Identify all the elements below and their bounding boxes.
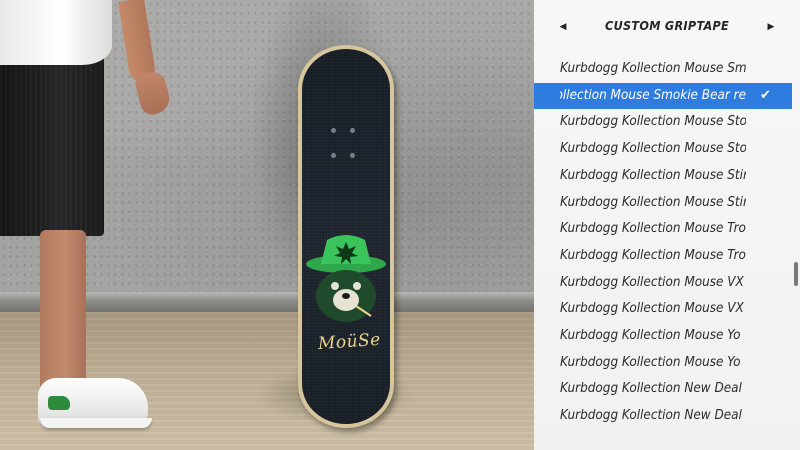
checkmark-icon: ✔ [760,87,771,103]
shoe-sole [40,418,152,428]
griptape-item[interactable]: Kurbdogg Kollection Mouse VX [534,296,792,322]
griptape-item-label: Kurbdogg Kollection Mouse Tro [560,221,746,237]
griptape-item-label: Kurbdogg Kollection Mouse Sm [560,61,746,76]
griptape-item[interactable]: Kurbdogg Kollection Mouse Tro [534,216,792,242]
bear-nose [342,293,350,299]
caret-right-icon[interactable]: ▶ [764,20,778,34]
scrollbar-thumb[interactable] [794,262,798,286]
griptape-item[interactable]: Kurbdogg Kollection Mouse Yo [534,350,792,376]
griptape-item[interactable]: Kurbdogg Kollection Mouse Sto [534,136,792,162]
griptape-item-label: Kollection Mouse Smokie Bear re [560,87,746,103]
griptape-item[interactable]: Kurbdogg Kollection Mouse VX [534,270,792,296]
list-scrollbar[interactable] [792,56,800,450]
griptape-item[interactable]: Kurbdogg Kollection Mouse Stir [534,190,792,216]
bear-snout [333,289,359,311]
truck-bolt [350,153,355,158]
skateboard-preview-scene: MoüSe [0,0,534,450]
truck-bolt [331,153,336,158]
truck-bolt [331,128,336,133]
skater-shorts [0,40,104,236]
menu-title: CUSTOM GRIPTAPE [605,18,729,33]
griptape-list: Kurbdogg Kollection Mouse Sm Kollection M… [534,56,792,450]
griptape-item[interactable]: Kurbdogg Kollection Mouse Tro [534,243,792,269]
griptape-item-label: Kurbdogg Kollection Mouse VX [560,301,744,317]
griptape-item-label: Kurbdogg Kollection Mouse Yo [560,328,741,343]
truck-bolt [350,128,355,133]
bear-eye-right [353,282,361,290]
griptape-item-selected[interactable]: Kollection Mouse Smokie Bear re ✔ [534,82,792,109]
griptape-item[interactable]: Kurbdogg Kollection New Deal [534,376,792,402]
griptape-item[interactable]: Kurbdogg Kollection Mouse Yo [534,323,792,349]
griptape-item[interactable]: Kurbdogg Kollection Mouse Sm [534,56,792,82]
griptape-item[interactable]: Kurbdogg Kollection Mouse Sto [534,109,792,135]
griptape-item-label: Kurbdogg Kollection Mouse Yo [560,354,741,370]
griptape-menu-panel: ◀ CUSTOM GRIPTAPE ▶ Kurbdogg Kollection … [534,0,800,450]
skater-shirt [0,0,112,65]
griptape-item-label: Kurbdogg Kollection Mouse VX [560,274,744,290]
shoe-stripe [48,396,70,410]
griptape-item-label: Kurbdogg Kollection Mouse Sto [560,114,746,130]
bear-eye-left [331,282,339,290]
griptape-item-label: Kurbdogg Kollection Mouse Stir [560,194,746,210]
game-screen: MoüSe ◀ CUSTOM GRIPTAPE ▶ Kurbdogg Kolle… [0,0,800,450]
caret-left-icon[interactable]: ◀ [556,20,570,34]
griptape-item[interactable]: Kurbdogg Kollection New Deal [534,403,792,429]
griptape-item-label: Kurbdogg Kollection New Deal [560,381,742,397]
skater-leg [40,230,86,390]
griptape-item[interactable]: Kurbdogg Kollection Mouse Stir [534,163,792,189]
griptape-item-label: Kurbdogg Kollection Mouse Tro [560,247,746,263]
griptape-item-label: Kurbdogg Kollection New Deal [560,408,742,424]
griptape-item-label: Kurbdogg Kollection Mouse Stir [560,167,746,183]
menu-header: ◀ CUSTOM GRIPTAPE ▶ [534,0,800,56]
griptape-item-label: Kurbdogg Kollection Mouse Sto [560,141,746,157]
